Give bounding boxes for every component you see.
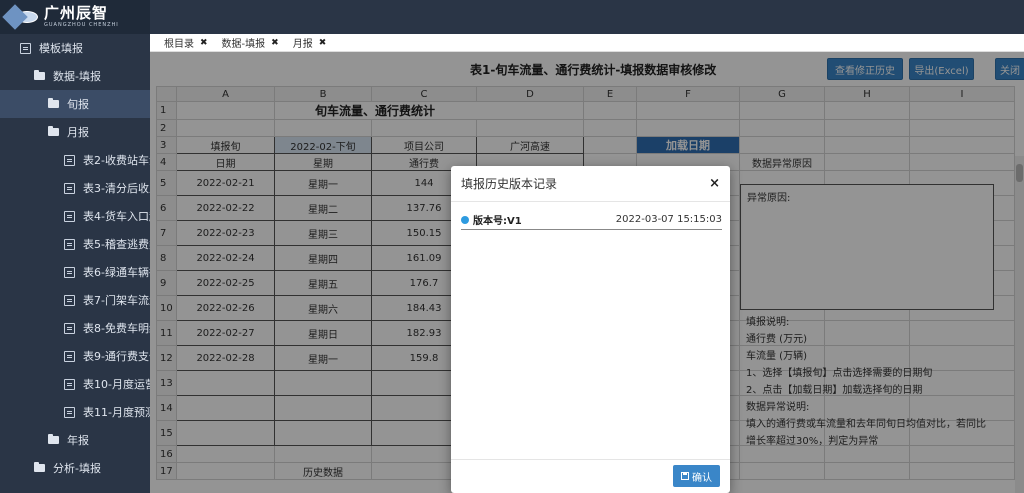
version-dot-icon bbox=[461, 215, 469, 224]
sidebar-item-label: 表2-收费站车流 bbox=[83, 154, 150, 167]
logo: 广州辰智 GUANGZHOU CHENZHI bbox=[0, 0, 150, 34]
sidebar-item[interactable]: 分析-填报 bbox=[0, 454, 150, 482]
sidebar-item[interactable]: 年报 bbox=[0, 426, 150, 454]
sidebar-item[interactable]: 表3-清分后收入 bbox=[0, 174, 150, 202]
tab-close-icon[interactable]: ✖ bbox=[319, 38, 327, 48]
tab-close-icon[interactable]: ✖ bbox=[200, 38, 208, 48]
doc-icon bbox=[64, 182, 75, 194]
folder-icon bbox=[34, 462, 45, 472]
doc-icon bbox=[64, 266, 75, 278]
logo-text: 广州辰智 GUANGZHOU CHENZHI bbox=[44, 6, 119, 28]
sidebar-nav: 模板填报数据-填报旬报月报表2-收费站车流表3-清分后收入表4-货车入口超表5-… bbox=[0, 34, 150, 482]
sidebar-item-label: 表11-月度预测表 bbox=[83, 406, 150, 419]
tab-root[interactable]: 根目录 ✖ bbox=[164, 35, 208, 51]
version-label-wrap: 版本号:V1 bbox=[461, 212, 522, 227]
doc-icon bbox=[64, 406, 75, 418]
doc-icon bbox=[64, 210, 75, 222]
logo-subname: GUANGZHOU CHENZHI bbox=[44, 22, 119, 28]
tab-monthly[interactable]: 月报 ✖ bbox=[292, 35, 327, 51]
sidebar-item-label: 表10-月度运营情 bbox=[83, 378, 150, 391]
version-history-dialog: 填报历史版本记录 × 版本号:V1 2022-03-07 15:15:03 确认 bbox=[451, 166, 730, 493]
save-icon bbox=[681, 472, 689, 480]
folder-icon bbox=[48, 434, 59, 444]
sidebar-item-label: 表6-绿通车辆行 bbox=[83, 266, 150, 279]
sidebar-item-label: 表9-通行费支付 bbox=[83, 350, 150, 363]
doc-icon bbox=[20, 42, 31, 54]
sidebar-item-label: 旬报 bbox=[67, 98, 89, 111]
tab-data-fill[interactable]: 数据-填报 ✖ bbox=[221, 35, 279, 51]
version-label: 版本号:V1 bbox=[473, 216, 522, 227]
logo-name: 广州辰智 bbox=[44, 4, 109, 22]
tab-label: 根目录 bbox=[164, 39, 194, 50]
folder-icon bbox=[34, 70, 45, 80]
sidebar-item[interactable]: 旬报 bbox=[0, 90, 150, 118]
doc-icon bbox=[64, 322, 75, 334]
sidebar-item[interactable]: 表2-收费站车流 bbox=[0, 146, 150, 174]
sidebar-item-label: 表3-清分后收入 bbox=[83, 182, 150, 195]
dialog-header: 填报历史版本记录 × bbox=[451, 166, 730, 202]
doc-icon bbox=[64, 378, 75, 390]
sidebar-item[interactable]: 表9-通行费支付 bbox=[0, 342, 150, 370]
dialog-title: 填报历史版本记录 bbox=[461, 177, 558, 191]
logo-diamond-icon bbox=[2, 4, 28, 30]
sidebar-item[interactable]: 月报 bbox=[0, 118, 150, 146]
sidebar-item[interactable]: 表10-月度运营情 bbox=[0, 370, 150, 398]
sidebar-item[interactable]: 表11-月度预测表 bbox=[0, 398, 150, 426]
version-time: 2022-03-07 15:15:03 bbox=[615, 214, 722, 225]
sidebar-item[interactable]: 表4-货车入口超 bbox=[0, 202, 150, 230]
sidebar-item[interactable]: 表7-门架车流量 bbox=[0, 286, 150, 314]
doc-icon bbox=[64, 238, 75, 250]
sidebar-item-label: 表5-稽查逃费类 bbox=[83, 238, 150, 251]
sidebar-item[interactable]: 表5-稽查逃费类 bbox=[0, 230, 150, 258]
dialog-footer: 确认 bbox=[451, 459, 730, 493]
sidebar-item[interactable]: 模板填报 bbox=[0, 34, 150, 62]
doc-icon bbox=[64, 350, 75, 362]
sidebar: 广州辰智 GUANGZHOU CHENZHI 模板填报数据-填报旬报月报表2-收… bbox=[0, 0, 150, 493]
confirm-label: 确认 bbox=[692, 472, 712, 484]
tab-close-icon[interactable]: ✖ bbox=[271, 38, 279, 48]
sidebar-item-label: 月报 bbox=[67, 126, 89, 139]
tab-label: 数据-填报 bbox=[221, 39, 266, 50]
sidebar-item-label: 表8-免费车明细 bbox=[83, 322, 150, 335]
version-list-item[interactable]: 版本号:V1 2022-03-07 15:15:03 bbox=[461, 210, 722, 230]
folder-icon bbox=[48, 126, 59, 136]
sidebar-item-label: 数据-填报 bbox=[53, 70, 101, 83]
sidebar-item-label: 模板填报 bbox=[39, 42, 83, 55]
sidebar-item-label: 表4-货车入口超 bbox=[83, 210, 150, 223]
doc-icon bbox=[64, 154, 75, 166]
tab-label: 月报 bbox=[292, 39, 313, 50]
tab-bar: 根目录 ✖ 数据-填报 ✖ 月报 ✖ bbox=[150, 34, 1024, 52]
sidebar-item[interactable]: 表6-绿通车辆行 bbox=[0, 258, 150, 286]
folder-icon bbox=[48, 98, 59, 108]
sidebar-item[interactable]: 数据-填报 bbox=[0, 62, 150, 90]
sidebar-item[interactable]: 表8-免费车明细 bbox=[0, 314, 150, 342]
sidebar-item-label: 分析-填报 bbox=[53, 462, 101, 475]
top-bar bbox=[150, 0, 1024, 34]
confirm-button[interactable]: 确认 bbox=[673, 465, 720, 487]
sidebar-item-label: 表7-门架车流量 bbox=[83, 294, 150, 307]
close-icon[interactable]: × bbox=[709, 176, 720, 191]
doc-icon bbox=[64, 294, 75, 306]
sidebar-item-label: 年报 bbox=[67, 434, 89, 447]
